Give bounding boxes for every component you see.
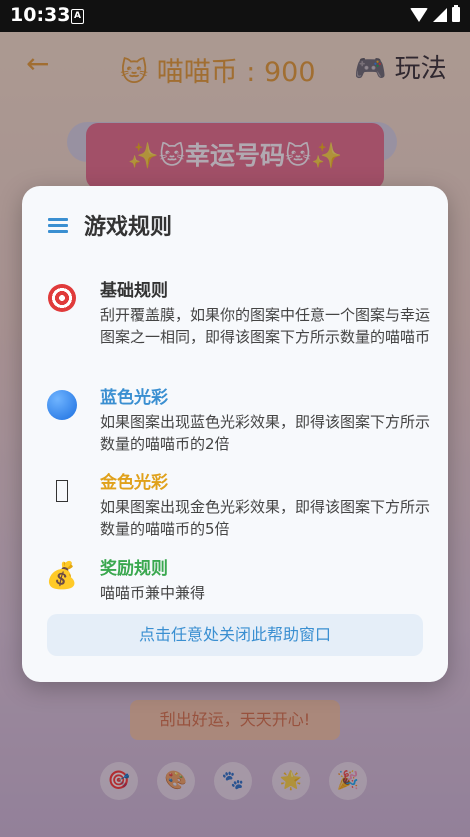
- status-bar: 10:33 A: [0, 0, 470, 32]
- rule-description: 刮开覆盖膜，如果你的图案中任意一个图案与幸运图案之一相同，即得该图案下方所示数量…: [100, 306, 431, 346]
- money-bag-icon: 💰: [45, 561, 79, 591]
- rule-description: 喵喵币兼中兼得: [100, 584, 206, 602]
- rule-rewards: 💰 奖励规则 喵喵币兼中兼得: [44, 554, 434, 604]
- status-icons: [410, 5, 460, 22]
- status-time: 10:33: [10, 4, 71, 26]
- notification-icon: A: [71, 9, 84, 24]
- rules-dialog: 游戏规则 基础规则 刮开覆盖膜，如果你的图案中任意一个图案与幸运图案之一相同，即…: [22, 186, 448, 682]
- unsupported-glyph-icon: [44, 472, 80, 508]
- wifi-icon: [410, 7, 428, 22]
- rule-title: 蓝色光彩: [100, 388, 168, 408]
- menu-icon: [48, 218, 68, 233]
- cellular-signal-icon: [433, 7, 447, 22]
- rule-gold-glow: 金色光彩 如果图案出现金色光彩效果，即得该图案下方所示数量的喵喵币的5倍: [44, 468, 434, 538]
- rule-description: 如果图案出现蓝色光彩效果，即得该图案下方所示数量的喵喵币的2倍: [100, 413, 431, 453]
- blue-circle-icon: [44, 387, 80, 423]
- target-icon: [44, 280, 80, 316]
- rule-description: 如果图案出现金色光彩效果，即得该图案下方所示数量的喵喵币的5倍: [100, 498, 431, 538]
- rule-title: 基础规则: [100, 281, 168, 301]
- rule-basic: 基础规则 刮开覆盖膜，如果你的图案中任意一个图案与幸运图案之一相同，即得该图案下…: [44, 276, 434, 366]
- rule-title: 金色光彩: [100, 473, 168, 493]
- rule-title: 奖励规则: [100, 559, 168, 579]
- close-help-button[interactable]: 点击任意处关闭此帮助窗口: [47, 614, 423, 656]
- dialog-header: 游戏规则: [48, 210, 172, 240]
- rule-blue-glow: 蓝色光彩 如果图案出现蓝色光彩效果，即得该图案下方所示数量的喵喵币的2倍: [44, 383, 434, 453]
- battery-icon: [452, 5, 460, 22]
- dialog-title: 游戏规则: [84, 215, 173, 240]
